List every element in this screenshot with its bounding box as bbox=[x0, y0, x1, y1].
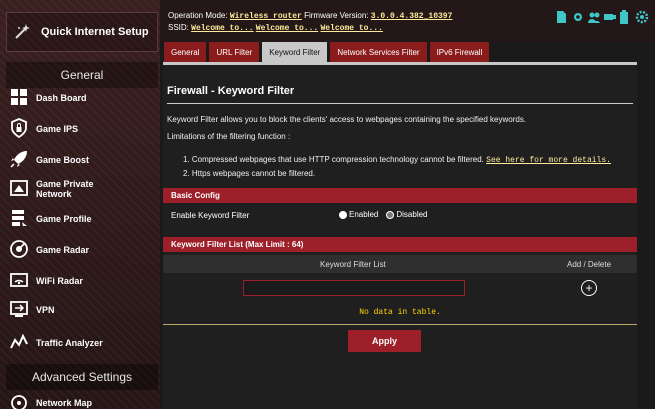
enable-radio-group: Enabled Disabled bbox=[339, 210, 428, 219]
sidebar-item-label: Traffic Analyzer bbox=[36, 338, 103, 348]
ssid-label: SSID: bbox=[168, 23, 189, 32]
game-radar-icon bbox=[8, 238, 30, 260]
sidebar-item-traffic-analyzer[interactable]: Traffic Analyzer bbox=[36, 336, 156, 350]
sidebar: Quick Internet Setup General Dash Board … bbox=[0, 0, 160, 409]
sidebar-item-label: Game Profile bbox=[36, 214, 92, 224]
basic-config-header: Basic Config bbox=[163, 188, 637, 203]
sidebar-item-game-profile[interactable]: Game Profile bbox=[36, 212, 156, 226]
top-status-bar: Operation Mode: Wireless router Firmware… bbox=[160, 0, 655, 42]
ssid-link-2[interactable]: Welcome to... bbox=[256, 24, 318, 33]
tab-keyword-filter[interactable]: Keyword Filter bbox=[262, 42, 328, 62]
rocket-icon bbox=[8, 148, 30, 170]
limitation-item-2: 2. Https webpages cannot be filtered. bbox=[183, 169, 316, 178]
enabled-label: Enabled bbox=[349, 210, 379, 219]
sidebar-item-vpn[interactable]: VPN bbox=[36, 303, 156, 317]
sim-card-icon[interactable] bbox=[555, 10, 567, 24]
tab-network-services-filter[interactable]: Network Services Filter bbox=[330, 42, 427, 62]
enabled-radio[interactable] bbox=[339, 210, 347, 219]
limitations-label: Limitations of the filtering function : bbox=[167, 132, 291, 141]
firmware-link[interactable]: 3.0.0.4.382_10397 bbox=[371, 12, 453, 21]
dashboard-icon bbox=[8, 86, 30, 108]
game-profile-icon bbox=[8, 207, 30, 229]
sidebar-item-label: Network Map bbox=[36, 398, 93, 408]
apply-button[interactable]: Apply bbox=[348, 330, 421, 352]
operation-mode-link[interactable]: Wireless router bbox=[230, 12, 302, 21]
firmware-label: Firmware Version: bbox=[304, 11, 369, 20]
shield-lock-icon bbox=[8, 117, 30, 139]
table-bottom-rule bbox=[163, 324, 637, 325]
advanced-section-header: Advanced Settings bbox=[6, 364, 158, 390]
add-keyword-button[interactable]: + bbox=[581, 280, 597, 296]
sidebar-item-network-map[interactable]: Network Map bbox=[36, 397, 156, 409]
sidebar-item-label: WiFi Radar bbox=[36, 276, 83, 286]
list-column-headers: Keyword Filter List Add / Delete bbox=[163, 255, 637, 273]
tab-url-filter[interactable]: URL Filter bbox=[209, 42, 260, 62]
title-divider bbox=[167, 103, 633, 104]
tab-ipv6-firewall[interactable]: IPv6 Firewall bbox=[429, 42, 490, 62]
enable-keyword-filter-label: Enable Keyword Filter bbox=[171, 211, 250, 220]
settings-icon[interactable] bbox=[635, 10, 649, 24]
battery-icon[interactable] bbox=[619, 10, 631, 24]
sidebar-item-label: Game IPS bbox=[36, 124, 79, 134]
more-details-link[interactable]: See here for more details. bbox=[486, 156, 611, 165]
sidebar-item-dashboard[interactable]: Dash Board bbox=[36, 91, 156, 105]
status-icons bbox=[555, 10, 649, 24]
usb-icon[interactable] bbox=[603, 10, 616, 24]
sidebar-item-game-boost[interactable]: Game Boost bbox=[36, 153, 156, 167]
description-text: Keyword Filter allows you to block the c… bbox=[167, 115, 527, 124]
main-panel: Firewall - Keyword Filter Keyword Filter… bbox=[163, 62, 637, 409]
disabled-label: Disabled bbox=[396, 210, 428, 219]
vpn-icon bbox=[8, 298, 30, 320]
wifi-radar-icon bbox=[8, 269, 30, 291]
sidebar-item-label: Dash Board bbox=[36, 93, 87, 103]
traffic-analyzer-icon bbox=[8, 331, 30, 353]
plus-icon: + bbox=[585, 281, 593, 295]
network-map-icon bbox=[8, 392, 30, 409]
keyword-list-header: Keyword Filter List (Max Limit : 64) bbox=[163, 237, 637, 252]
column-keyword-list: Keyword Filter List bbox=[320, 260, 386, 269]
quick-setup-label: Quick Internet Setup bbox=[41, 26, 149, 38]
keyword-input[interactable] bbox=[243, 280, 465, 296]
quick-setup-button[interactable]: Quick Internet Setup bbox=[6, 12, 158, 52]
limitation-item-1: 1. Compressed webpages that use HTTP com… bbox=[183, 155, 611, 165]
limitation-1-text: 1. Compressed webpages that use HTTP com… bbox=[183, 155, 484, 164]
ssid-link-3[interactable]: Welcome to... bbox=[320, 24, 382, 33]
sidebar-item-game-radar[interactable]: Game Radar bbox=[36, 243, 156, 257]
sidebar-item-label: VPN bbox=[36, 305, 55, 315]
users-icon[interactable] bbox=[587, 10, 600, 24]
operation-mode-label: Operation Mode: bbox=[168, 11, 228, 20]
general-section-header: General bbox=[6, 62, 158, 88]
sidebar-item-wifi-radar[interactable]: WiFi Radar bbox=[36, 274, 156, 288]
disabled-radio[interactable] bbox=[386, 210, 395, 219]
ssid-link-1[interactable]: Welcome to... bbox=[191, 24, 253, 33]
column-add-delete: Add / Delete bbox=[567, 260, 612, 269]
sidebar-item-label: Game Boost bbox=[36, 155, 90, 165]
sidebar-item-label: Game Private Network bbox=[36, 179, 94, 199]
wizard-icon bbox=[15, 24, 30, 39]
sidebar-item-label: Game Radar bbox=[36, 245, 90, 255]
tab-general[interactable]: General bbox=[164, 42, 207, 62]
page-title: Firewall - Keyword Filter bbox=[167, 85, 295, 97]
gear-icon[interactable] bbox=[571, 10, 583, 24]
no-data-message: No data in table. bbox=[359, 308, 441, 317]
sidebar-item-game-private-network[interactable]: Game Private Network bbox=[36, 179, 156, 199]
sidebar-item-game-ips[interactable]: Game IPS bbox=[36, 122, 156, 136]
private-network-icon bbox=[8, 177, 30, 199]
firewall-tabs: General URL Filter Keyword Filter Networ… bbox=[160, 42, 655, 62]
